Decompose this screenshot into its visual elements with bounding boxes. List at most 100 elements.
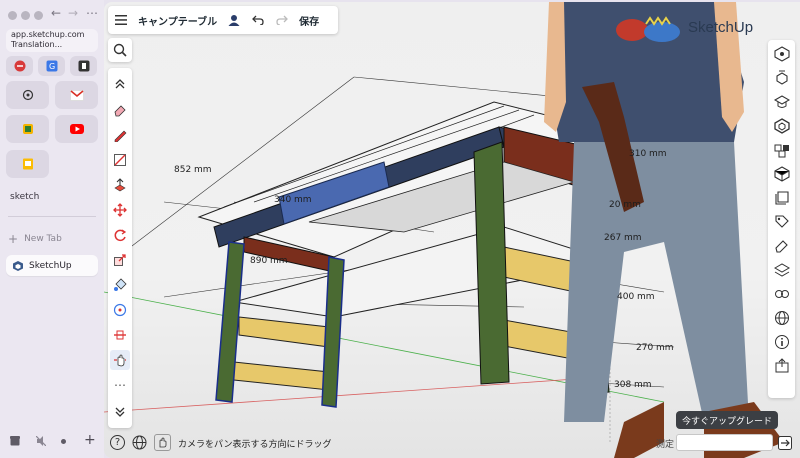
- translate-icon: G: [46, 60, 57, 72]
- help-icon[interactable]: ?: [110, 435, 125, 450]
- outliner-icon[interactable]: [772, 188, 791, 207]
- yellow-panel-left-bottom: [233, 361, 330, 391]
- scenes-icon[interactable]: [772, 164, 791, 183]
- url-secondary: Translation...: [11, 40, 63, 49]
- space-dot-icon[interactable]: [61, 439, 66, 444]
- export-icon[interactable]: [772, 356, 791, 375]
- right-toolbar: [768, 40, 795, 398]
- eraser-panel-icon[interactable]: [772, 236, 791, 255]
- rotate-tool-icon[interactable]: [110, 225, 130, 245]
- url-host: app.sketchup.com: [11, 30, 85, 39]
- eraser-tool-icon[interactable]: [110, 100, 130, 120]
- pinned-tab-docs[interactable]: [6, 150, 49, 178]
- more-tools-icon[interactable]: ⋯: [110, 375, 130, 395]
- left-toolbar: ⋯: [108, 68, 132, 428]
- upgrade-button[interactable]: 今すぐアップグレード: [676, 411, 778, 429]
- components-icon[interactable]: [772, 68, 791, 87]
- docs-icon: [22, 158, 33, 170]
- pinned-tab-chatgpt[interactable]: [6, 81, 49, 109]
- extension-dark-icon: [78, 60, 89, 72]
- add-space-icon[interactable]: +: [84, 432, 96, 448]
- archive-icon[interactable]: [10, 436, 20, 446]
- pinned-tab-gmail[interactable]: [55, 81, 98, 109]
- sketchup-app: 852 mm 340 mm 890 mm 310 mm 267 mm 400 m…: [104, 2, 800, 458]
- scale-figure: [544, 2, 784, 458]
- measure-input[interactable]: [676, 434, 773, 451]
- forward-arrow-icon[interactable]: →: [68, 6, 78, 20]
- tags-icon[interactable]: [772, 212, 791, 231]
- tab-sketchup[interactable]: SketchUp: [6, 255, 98, 276]
- app-icon: [22, 124, 33, 134]
- undo-icon[interactable]: [251, 13, 265, 27]
- extension-button-1[interactable]: [6, 56, 33, 76]
- sketchup-favicon-icon: [13, 260, 23, 271]
- youtube-icon: [69, 124, 84, 134]
- sketchup-logo: SketchUp: [612, 8, 777, 46]
- redo-icon[interactable]: [275, 13, 289, 27]
- collapse-down-icon[interactable]: [110, 402, 130, 422]
- browser-sidebar: ← → ⋯ app.sketchup.com Translation... G …: [0, 0, 104, 458]
- language-globe-icon[interactable]: [132, 435, 147, 450]
- address-bar[interactable]: app.sketchup.com Translation...: [6, 29, 98, 52]
- dim-label-270: 270 mm: [636, 343, 674, 353]
- line-tool-icon[interactable]: [110, 150, 130, 170]
- collapse-up-icon[interactable]: [110, 74, 130, 94]
- move-tool-icon[interactable]: [110, 200, 130, 220]
- dim-label-267: 267 mm: [604, 233, 642, 243]
- share-user-icon[interactable]: [227, 13, 241, 27]
- plus-icon: +: [8, 232, 19, 246]
- push-pull-tool-icon[interactable]: [110, 175, 130, 195]
- dim-label-20: 20 mm: [609, 200, 641, 210]
- svg-text:G: G: [49, 62, 55, 71]
- gmail-icon: [69, 89, 84, 101]
- paint-bucket-icon[interactable]: [110, 275, 130, 295]
- mute-icon[interactable]: [36, 436, 46, 446]
- extension-button-3[interactable]: [70, 56, 97, 76]
- yellow-panel-left-top: [238, 316, 330, 348]
- dim-label-890: 890 mm: [250, 256, 288, 266]
- model-viewport[interactable]: 852 mm 340 mm 890 mm 310 mm 267 mm 400 m…: [104, 2, 800, 458]
- top-toolbar: キャンプテーブル 保存: [108, 6, 338, 34]
- sketchup-mascot-icon: [616, 16, 680, 42]
- entity-info-icon[interactable]: [772, 44, 791, 63]
- dim-label-308: 308 mm: [614, 380, 652, 390]
- materials-icon[interactable]: [772, 116, 791, 135]
- translate-extension-button[interactable]: G: [38, 56, 65, 76]
- model-canvas: 852 mm 340 mm 890 mm 310 mm 267 mm 400 m…: [104, 2, 784, 458]
- more-icon[interactable]: ⋯: [86, 6, 98, 20]
- display-icon[interactable]: [772, 284, 791, 303]
- window-close-button[interactable]: [8, 11, 17, 20]
- sidebar-divider: [8, 216, 96, 217]
- section-plane-icon[interactable]: [110, 325, 130, 345]
- dim-label-310: 310 mm: [629, 149, 667, 159]
- instructor-icon[interactable]: [772, 92, 791, 111]
- window-zoom-button[interactable]: [34, 11, 43, 20]
- red-axis: [104, 376, 605, 413]
- chatgpt-icon: [22, 89, 33, 101]
- new-tab-button[interactable]: + New Tab: [8, 232, 62, 246]
- pencil-tool-icon[interactable]: [110, 125, 130, 145]
- scale-tool-icon[interactable]: [110, 250, 130, 270]
- pan-tool-icon[interactable]: [110, 350, 130, 370]
- sidebar-section-label: sketch: [10, 192, 40, 202]
- hamburger-menu-icon[interactable]: [114, 13, 128, 27]
- pinned-tab-youtube[interactable]: [55, 115, 98, 143]
- window-minimize-button[interactable]: [21, 11, 30, 20]
- styles-icon[interactable]: [772, 140, 791, 159]
- measure-submit-icon[interactable]: [778, 436, 792, 450]
- status-hint: カメラをパン表示する方向にドラッグ: [178, 440, 332, 450]
- orbit-tool-icon[interactable]: [110, 300, 130, 320]
- active-tab-label: SketchUp: [29, 260, 72, 271]
- extension-red-icon: [14, 60, 25, 72]
- model-info-icon[interactable]: [772, 332, 791, 351]
- layers-icon[interactable]: [772, 260, 791, 279]
- globe-icon[interactable]: [772, 308, 791, 327]
- model-title[interactable]: キャンプテーブル: [138, 13, 217, 28]
- search-tool-button[interactable]: [108, 38, 132, 62]
- save-button[interactable]: 保存: [299, 13, 319, 28]
- back-arrow-icon[interactable]: ←: [51, 6, 61, 20]
- new-tab-label: New Tab: [24, 234, 62, 244]
- dim-label-400: 400 mm: [617, 292, 655, 302]
- pinned-tab-app[interactable]: [6, 115, 49, 143]
- status-bar: ? カメラをパン表示する方向にドラッグ 測定: [104, 432, 800, 456]
